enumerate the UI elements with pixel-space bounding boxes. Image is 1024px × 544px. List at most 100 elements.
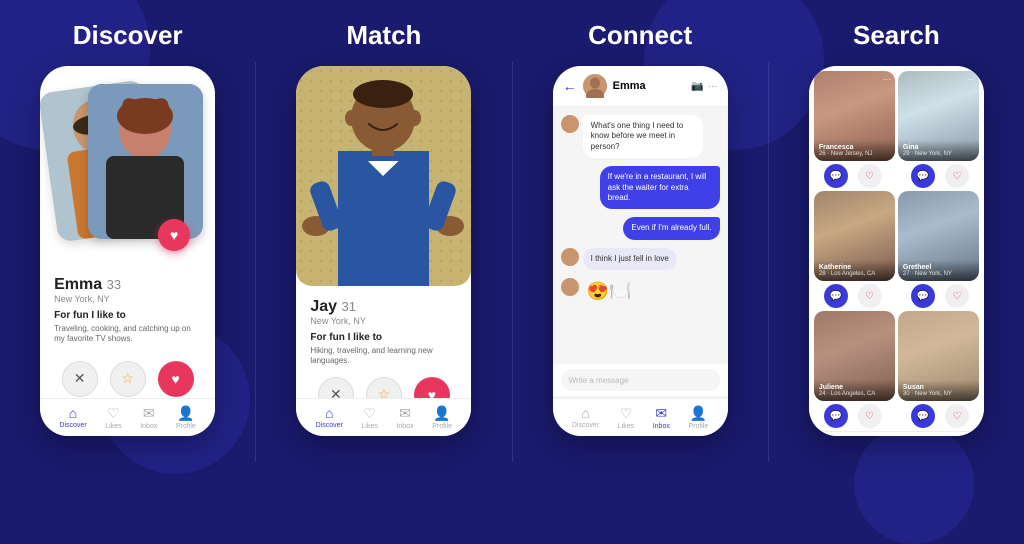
card-info-6: 30 · New York, NY <box>903 391 974 397</box>
app-showcase: Discover <box>0 0 1024 524</box>
bubble-them-2: I think I just fell in love <box>583 248 677 270</box>
match-heart-icon: ♡ <box>363 405 376 422</box>
discover-profile-info: Emma 33 New York, NY For fun I like to T… <box>40 264 215 353</box>
pass-button[interactable]: ✕ <box>62 361 98 397</box>
connect-inbox-icon: ✉ <box>655 405 667 422</box>
video-icon[interactable]: 📷 <box>691 81 703 92</box>
card-overlay-3: Katherine 28 · Los Angeles, CA <box>814 260 895 281</box>
connect-nav-inbox-label: Inbox <box>653 423 670 430</box>
nav-profile[interactable]: 👤 Profile <box>176 405 196 430</box>
nav-likes[interactable]: ♡ Likes <box>105 405 121 430</box>
search-card-katherine[interactable]: Katherine 28 · Los Angeles, CA <box>814 191 895 281</box>
nav-discover-label: Discover <box>59 422 86 429</box>
match-profile-location: New York, NY <box>310 316 457 326</box>
match-bottom-nav: ⌂ Discover ♡ Likes ✉ Inbox 👤 Profile <box>296 398 471 436</box>
discover-action-buttons: ✕ ☆ ♥ <box>40 361 215 397</box>
match-nav-discover[interactable]: ⌂ Discover <box>316 405 343 430</box>
connect-nav-discover-label: Discover <box>572 422 599 429</box>
card-overlay-6: Susan 30 · New York, NY <box>898 380 979 401</box>
bubble-me-2: Even if I'm already full. <box>623 217 719 239</box>
superlike-button[interactable]: ☆ <box>110 361 146 397</box>
nav-inbox[interactable]: ✉ Inbox <box>140 405 157 430</box>
discover-bottom-nav: ⌂ Discover ♡ Likes ✉ Inbox 👤 Profile <box>40 398 215 436</box>
chat-messages-area: What's one thing I need to know before w… <box>553 107 728 362</box>
match-nav-inbox-label: Inbox <box>396 423 413 430</box>
profile-tagline: For fun I like to <box>54 310 201 321</box>
heart-icon: ♡ <box>107 405 120 422</box>
spacer-3 <box>891 404 901 428</box>
match-home-icon: ⌂ <box>325 405 333 421</box>
match-profile-tagline: For fun I like to <box>310 332 457 343</box>
chat-input-container: Write a message <box>553 364 728 396</box>
connect-nav-discover[interactable]: ⌂ Discover <box>572 405 599 430</box>
match-title: Match <box>346 20 421 51</box>
card-overlay-5: Juliene 24 · Los Angeles, CA <box>814 380 895 401</box>
nav-likes-label: Likes <box>105 423 121 430</box>
connect-heart-icon: ♡ <box>620 405 633 422</box>
profile-name: Emma 33 <box>54 276 201 294</box>
like-button[interactable]: ♥ <box>158 361 194 397</box>
match-nav-likes[interactable]: ♡ Likes <box>362 405 378 430</box>
search-chat-btn-3[interactable]: 💬 <box>824 284 848 308</box>
chat-contact-avatar <box>583 74 607 98</box>
search-bottom-nav: ⊕ Discover ♡ Likes ✉ Inbox 👤 Profile <box>809 431 984 436</box>
message-1: What's one thing I need to know before w… <box>561 115 720 158</box>
message-2: If we're in a restaurant, I will ask the… <box>561 166 720 209</box>
card-info-5: 24 · Los Angeles, CA <box>819 391 890 397</box>
search-chat-btn-2[interactable]: 💬 <box>911 164 935 188</box>
home-icon: ⌂ <box>69 405 77 421</box>
connect-title: Connect <box>588 20 692 51</box>
search-section: Search ··· Francesca 26 · New Jersey, NJ… <box>769 0 1024 524</box>
photo-card-front <box>88 84 203 239</box>
search-heart-btn-6[interactable]: ♡ <box>945 404 969 428</box>
card-overlay-2: Gina 29 · New York, NY <box>898 140 979 161</box>
profile-location: New York, NY <box>54 294 201 304</box>
chat-placeholder: Write a message <box>569 376 629 385</box>
match-profile-icon: 👤 <box>433 405 450 422</box>
search-card-susan[interactable]: Susan 30 · New York, NY <box>898 311 979 401</box>
search-card-francesca[interactable]: ··· Francesca 26 · New Jersey, NJ <box>814 71 895 161</box>
search-chat-btn-4[interactable]: 💬 <box>911 284 935 308</box>
connect-bottom-nav: ⌂ Discover ♡ Likes ✉ Inbox 👤 Profile <box>553 398 728 436</box>
search-card-gretheel[interactable]: Gretheel 27 · New York, NY <box>898 191 979 281</box>
connect-nav-profile[interactable]: 👤 Profile <box>688 405 708 430</box>
card-name-5: Juliene <box>819 384 890 391</box>
discover-photos: ♥ <box>40 66 215 256</box>
connect-nav-profile-label: Profile <box>688 423 708 430</box>
search-chat-btn-1[interactable]: 💬 <box>824 164 848 188</box>
connect-nav-inbox[interactable]: ✉ Inbox <box>653 405 670 430</box>
search-heart-btn-4[interactable]: ♡ <box>945 284 969 308</box>
nav-inbox-label: Inbox <box>140 423 157 430</box>
match-nav-inbox[interactable]: ✉ Inbox <box>396 405 413 430</box>
heart-floating-button[interactable]: ♥ <box>158 219 190 251</box>
search-card-juliene[interactable]: Juliene 24 · Los Angeles, CA <box>814 311 895 401</box>
profile-description: Traveling, cooking, and catching up on m… <box>54 324 201 345</box>
connect-profile-icon: 👤 <box>690 405 707 422</box>
match-inbox-icon: ✉ <box>399 405 411 422</box>
search-row1-actions: 💬 ♡ 💬 ♡ <box>809 161 984 191</box>
search-chat-btn-6[interactable]: 💬 <box>911 404 935 428</box>
search-heart-btn-5[interactable]: ♡ <box>858 404 882 428</box>
search-grid-row1: ··· Francesca 26 · New Jersey, NJ ··· Gi… <box>809 66 984 161</box>
search-heart-btn-1[interactable]: ♡ <box>858 164 882 188</box>
connect-nav-likes[interactable]: ♡ Likes <box>618 405 634 430</box>
message-3: Even if I'm already full. <box>561 217 720 239</box>
msg-avatar-3 <box>561 278 579 296</box>
card-overlay-4: Gretheel 27 · New York, NY <box>898 260 979 281</box>
search-heart-btn-2[interactable]: ♡ <box>945 164 969 188</box>
match-nav-profile[interactable]: 👤 Profile <box>432 405 452 430</box>
back-button[interactable]: ← <box>563 78 577 94</box>
match-nav-likes-label: Likes <box>362 423 378 430</box>
chat-message-input[interactable]: Write a message <box>561 369 720 391</box>
spacer-2 <box>891 284 901 308</box>
match-nav-profile-label: Profile <box>432 423 452 430</box>
match-profile-name: Jay 31 <box>310 298 457 316</box>
card-name-2: Gina <box>903 144 974 151</box>
search-heart-btn-3[interactable]: ♡ <box>858 284 882 308</box>
search-chat-btn-5[interactable]: 💬 <box>824 404 848 428</box>
bubble-me-1: If we're in a restaurant, I will ask the… <box>600 166 720 209</box>
more-icon[interactable]: ··· <box>708 81 718 92</box>
search-card-gina[interactable]: ··· Gina 29 · New York, NY <box>898 71 979 161</box>
msg-avatar-2 <box>561 248 579 266</box>
nav-discover[interactable]: ⌂ Discover <box>59 405 86 430</box>
